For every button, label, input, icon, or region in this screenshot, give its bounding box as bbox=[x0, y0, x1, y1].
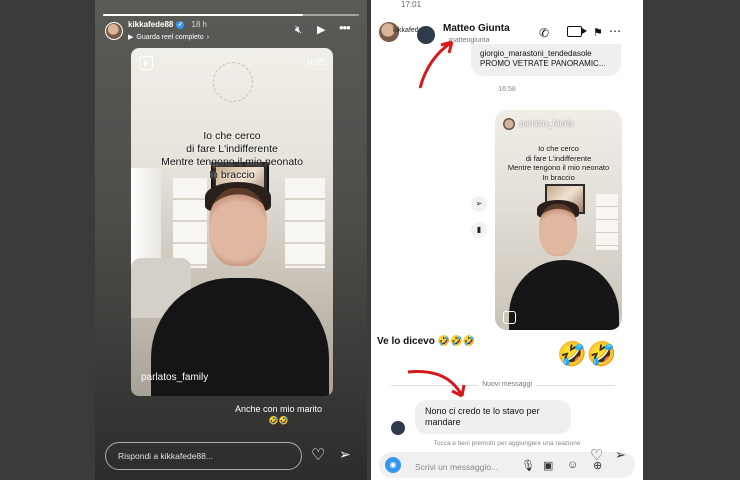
sent-message[interactable]: Ve lo dicevo 🤣🤣🤣 bbox=[377, 336, 475, 347]
story-avatar[interactable] bbox=[105, 22, 123, 40]
story-caption: Anche con mio marito 🤣🤣 bbox=[235, 404, 322, 426]
flag-icon[interactable]: ⚑ bbox=[593, 26, 603, 39]
shared-reel-avatar bbox=[503, 118, 515, 130]
shared-reel-card[interactable]: parlatos_family Io che cerco di fare L'i… bbox=[495, 110, 622, 330]
story-viewer: kikkafede88 ✓ 18 h ▶ Guarda reel complet… bbox=[95, 0, 367, 480]
composer-placeholder[interactable]: Scrivi un messaggio... bbox=[415, 462, 498, 472]
mute-icon[interactable]: 🔇︎ bbox=[295, 24, 302, 37]
phone-icon[interactable]: ✆ bbox=[539, 26, 549, 40]
reel-icon bbox=[503, 311, 516, 324]
incoming-message[interactable]: Nono ci credo te lo stavo per mandare bbox=[415, 400, 571, 434]
shared-reel-account: parlatos_family bbox=[520, 119, 574, 128]
caption-emoji: 🤣🤣 bbox=[268, 416, 289, 425]
shared-reel-overlay-text: Io che cerco di fare L'indifferente Ment… bbox=[507, 144, 610, 182]
more-icon[interactable]: ••• bbox=[339, 20, 351, 35]
story-progress-bar bbox=[103, 14, 359, 16]
shared-person-body bbox=[509, 260, 619, 330]
story-time: 18 h bbox=[191, 20, 207, 29]
camera-icon[interactable]: ◉ bbox=[385, 457, 401, 473]
shared-shelf bbox=[596, 194, 618, 250]
direct-message-view: 17:01 kikkafede88 Matteo Giunta matteogi… bbox=[371, 0, 643, 480]
right-shelf bbox=[285, 178, 325, 268]
previous-message-text: giorgio_marastoni_tendedasole PROMO VETR… bbox=[480, 49, 606, 68]
watch-full-reel-link[interactable]: ▶ Guarda reel completo › bbox=[128, 33, 210, 42]
ceiling-lamp bbox=[213, 62, 253, 102]
incoming-avatar bbox=[391, 421, 405, 435]
emoji-message[interactable]: 🤣🤣 bbox=[557, 340, 617, 369]
reel-icon bbox=[139, 56, 153, 70]
message-timestamp: 16:58 bbox=[498, 86, 516, 93]
share-icon[interactable]: ➢ bbox=[471, 196, 487, 212]
heart-icon[interactable]: ♡ bbox=[311, 445, 325, 465]
video-duration: 0:05 bbox=[307, 57, 325, 67]
story-reel-video[interactable]: 0:05 Io che cerco di fare L'indifferente… bbox=[131, 48, 333, 396]
story-reply-input[interactable]: Rispondi a kikkafede88... bbox=[105, 442, 302, 470]
play-icon[interactable]: ▶ bbox=[317, 23, 325, 36]
microphone-icon[interactable]: 🎙︎ bbox=[521, 459, 535, 472]
send-icon[interactable]: ➢ bbox=[615, 447, 626, 463]
peer-avatar[interactable] bbox=[417, 26, 435, 44]
peer-handle: matteogiunta bbox=[449, 37, 490, 44]
heart-icon[interactable]: ♡ bbox=[590, 446, 603, 464]
bookmark-icon[interactable]: ▮ bbox=[471, 222, 487, 238]
video-overlay-text: Io che cerco di fare L'indifferente Ment… bbox=[161, 130, 303, 181]
watch-full-reel-label: Guarda reel completo bbox=[136, 33, 204, 41]
send-icon[interactable]: ➢ bbox=[339, 446, 351, 463]
new-messages-text: Nuovi messaggi bbox=[478, 381, 536, 388]
gallery-icon[interactable]: ▣ bbox=[543, 459, 553, 472]
verified-icon: ✓ bbox=[176, 20, 185, 29]
left-shelf bbox=[173, 178, 207, 268]
person-head bbox=[209, 188, 267, 266]
previous-message[interactable]: giorgio_marastoni_tendedasole PROMO VETR… bbox=[471, 44, 621, 76]
peer-name[interactable]: Matteo Giunta bbox=[443, 23, 510, 34]
chevron-right-icon: › bbox=[206, 33, 210, 41]
video-account-tag[interactable]: parlatos_family bbox=[141, 372, 208, 383]
screenshot-frame: kikkafede88 ✓ 18 h ▶ Guarda reel complet… bbox=[0, 0, 740, 480]
video-call-icon[interactable] bbox=[567, 26, 587, 37]
caption-text: Anche con mio marito bbox=[235, 404, 323, 414]
story-username-row[interactable]: kikkafede88 ✓ 18 h bbox=[128, 20, 207, 29]
new-messages-label: Nuovi messaggi bbox=[371, 381, 643, 388]
story-username[interactable]: kikkafede88 bbox=[128, 20, 173, 29]
sticker-icon[interactable]: ☺ bbox=[567, 459, 578, 471]
status-time: 17:01 bbox=[401, 0, 422, 9]
status-bar: 17:01 bbox=[371, 0, 643, 12]
more-icon[interactable]: ⋯ bbox=[609, 24, 621, 38]
reel-small-icon: ▶ bbox=[128, 34, 134, 41]
shared-person-head bbox=[539, 204, 577, 256]
